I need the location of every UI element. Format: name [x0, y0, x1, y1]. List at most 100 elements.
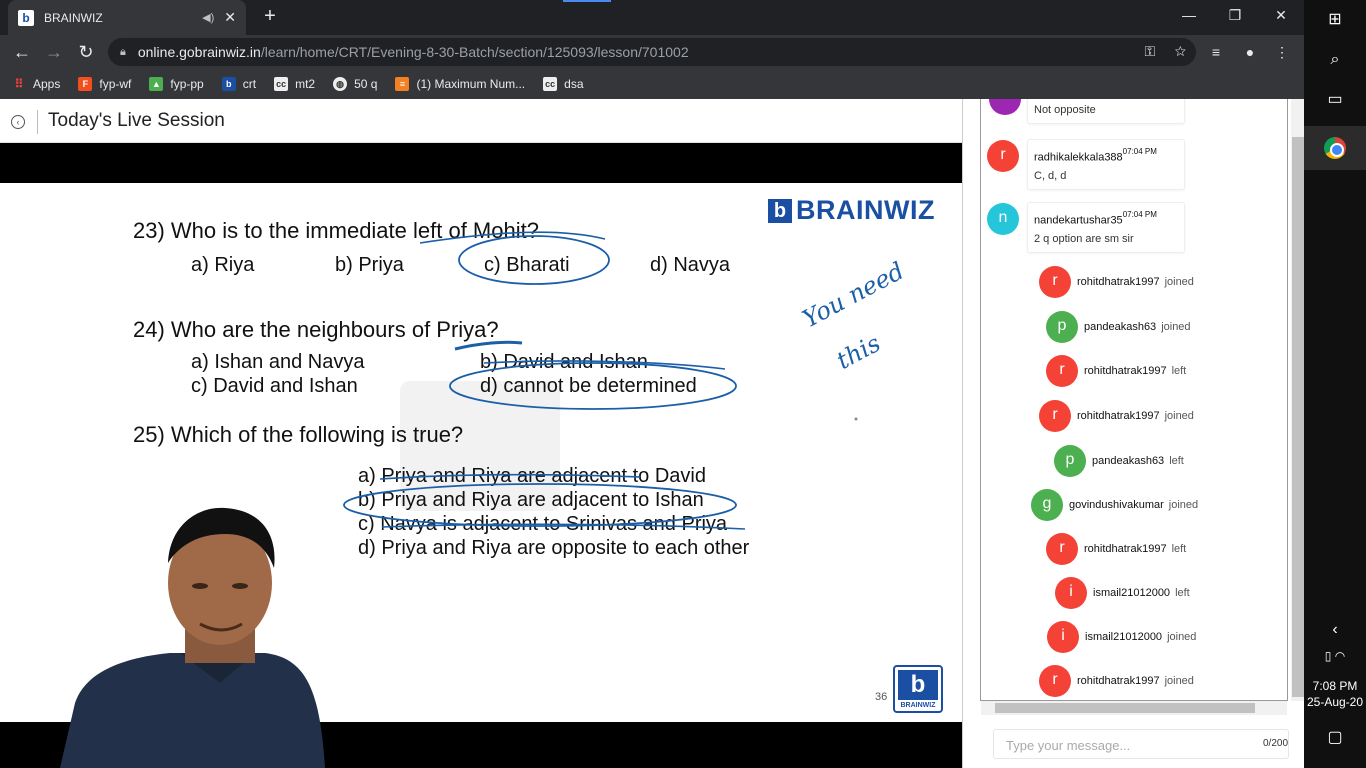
reload-icon[interactable]: ↻: [74, 40, 98, 64]
message-time: 07:04 PM: [1122, 147, 1157, 156]
scroll-thumb[interactable]: [1292, 137, 1304, 697]
new-tab-button[interactable]: +: [258, 4, 282, 28]
message-author: radhikalekkala388: [1034, 151, 1123, 164]
page-header: ‹ Today's Live Session: [0, 99, 962, 143]
bookmark-label: mt2: [295, 77, 316, 91]
event-action: joined: [1164, 675, 1194, 687]
message-author: nandekartushar35: [1034, 214, 1123, 227]
avatar: p: [1046, 311, 1078, 343]
menu-kebab-icon[interactable]: ⋮: [1272, 42, 1292, 62]
speaker-icon[interactable]: ◀): [202, 11, 214, 24]
system-event: i ismail21012000 left: [1055, 577, 1190, 609]
event-action: left: [1171, 543, 1187, 555]
message-text: Not opposite: [1034, 104, 1096, 116]
tab-strip-indicator: [563, 0, 611, 2]
system-event: r rohitdhatrak1997 left: [1046, 355, 1186, 387]
chat-message-input[interactable]: Type your message...: [993, 729, 1289, 759]
event-action: left: [1171, 365, 1187, 377]
avatar: i: [1047, 621, 1079, 653]
event-user: rohitdhatrak1997: [1077, 276, 1160, 288]
chat-message: Not opposite: [1027, 99, 1185, 124]
system-event: r rohitdhatrak1997 joined: [1039, 266, 1194, 298]
bookmark-fyp-pp[interactable]: ▲ fyp-pp: [149, 77, 204, 91]
event-user: rohitdhatrak1997: [1084, 365, 1167, 377]
close-window-button[interactable]: ✕: [1258, 0, 1304, 32]
header-divider: [37, 110, 38, 134]
system-event: r rohitdhatrak1997 joined: [1039, 400, 1194, 432]
figma-icon: F: [78, 77, 93, 91]
brainwiz-corner-logo: b BRAINWIZ: [893, 665, 943, 713]
omnibox-actions: ⚿ ☆: [1144, 43, 1186, 60]
logo-label: BRAINWIZ: [900, 702, 936, 709]
bookmark-dsa[interactable]: cc dsa: [543, 77, 584, 91]
back-circle-icon[interactable]: ‹: [11, 115, 25, 129]
image-icon: ▲: [149, 77, 164, 91]
system-event: r rohitdhatrak1997 joined: [1039, 665, 1194, 697]
page-content: ‹ Today's Live Session b BRAINWIZ 23) Wh…: [0, 99, 962, 768]
bookmark-crt[interactable]: b crt: [221, 77, 256, 91]
event-user: ismail21012000: [1085, 631, 1163, 643]
bookmark-mt2[interactable]: cc mt2: [274, 77, 315, 91]
chat-vertical-scrollbar[interactable]: [1291, 99, 1305, 701]
bookmark-fyp-wf[interactable]: Ffyp-wf: [78, 77, 131, 91]
minimize-button[interactable]: —: [1166, 0, 1212, 32]
close-tab-icon[interactable]: ✕: [224, 9, 236, 26]
clock-time: 7:08 PM: [1312, 679, 1358, 693]
tab-title: BRAINWIZ: [44, 10, 103, 25]
message-text: C, d, d: [1034, 170, 1067, 183]
clock-date: 25-Aug-20: [1306, 695, 1364, 709]
event-user: pandeakash63: [1092, 455, 1165, 467]
profile-icon[interactable]: ●: [1240, 42, 1260, 62]
browser-tab[interactable]: b BRAINWIZ ◀) ✕: [8, 0, 246, 35]
scroll-thumb[interactable]: [995, 703, 1255, 713]
bookmark-maximum-num[interactable]: ≡ (1) Maximum Num...: [395, 77, 525, 91]
avatar: r: [1039, 266, 1071, 298]
event-action: joined: [1164, 410, 1194, 422]
restore-button[interactable]: ❐: [1212, 0, 1258, 32]
lock-icon[interactable]: 🔒︎: [120, 46, 126, 59]
notification-icon[interactable]: ▢: [1304, 718, 1366, 758]
bookmark-label: dsa: [564, 77, 584, 91]
avatar: n: [987, 203, 1019, 235]
bookmark-label: 50 q: [354, 77, 378, 91]
message-time: 07:04 PM: [1122, 210, 1157, 219]
system-event: i ismail21012000 joined: [1047, 621, 1196, 653]
battery-wifi-icon[interactable]: ▯ ◠: [1304, 636, 1366, 676]
chat-message-list[interactable]: Not opposite r radhikalekkala38807:04 PM…: [980, 99, 1288, 701]
event-action: joined: [1167, 631, 1197, 643]
bookmark-50q[interactable]: ◍ 50 q: [333, 77, 377, 91]
video-player[interactable]: b BRAINWIZ 23) Who is to the immediate l…: [0, 143, 962, 768]
stack-icon: ≡: [395, 77, 410, 91]
media-queue-icon[interactable]: ≡: [1206, 42, 1226, 62]
star-icon[interactable]: ☆: [1175, 43, 1186, 59]
key-icon[interactable]: ⚿: [1144, 43, 1155, 59]
forward-arrow-icon[interactable]: →: [42, 40, 66, 64]
message-text: 2 q option are sm sir: [1034, 233, 1134, 246]
windows-taskbar: ⊞ ⌕ ▭ ‹ ▯ ◠ 7:08 PM 25-Aug-20 ▢: [1304, 0, 1366, 768]
char-counter: 0/200: [1263, 738, 1289, 749]
system-clock[interactable]: 7:08 PM 25-Aug-20: [1304, 678, 1366, 710]
brainwiz-favicon-icon: b: [18, 9, 34, 26]
chrome-taskbar-button[interactable]: [1304, 126, 1366, 170]
avatar: r: [1046, 533, 1078, 565]
avatar: r: [987, 140, 1019, 172]
event-user: govindushivakumar: [1069, 499, 1164, 511]
address-bar[interactable]: 🔒︎ online.gobrainwiz.in/learn/home/CRT/E…: [108, 38, 1196, 66]
avatar: p: [1054, 445, 1086, 477]
url-path: /learn/home/CRT/Evening-8-30-Batch/secti…: [260, 44, 689, 60]
avatar: r: [1039, 400, 1071, 432]
back-arrow-icon[interactable]: ←: [10, 40, 34, 64]
chat-horizontal-scrollbar[interactable]: [981, 701, 1287, 715]
cc-icon: cc: [274, 77, 289, 91]
event-user: rohitdhatrak1997: [1084, 543, 1167, 555]
url-host: online.gobrainwiz.in: [137, 44, 261, 60]
bookmark-label: Apps: [33, 77, 61, 91]
system-event: p pandeakash63 joined: [1046, 311, 1191, 343]
apps-grid-icon: ⠿: [14, 77, 24, 91]
bookmark-apps[interactable]: ⠿ Apps: [12, 77, 61, 91]
page-title: Today's Live Session: [48, 110, 225, 131]
windows-start-icon[interactable]: ⊞: [1304, 0, 1366, 40]
task-view-icon[interactable]: ▭: [1304, 80, 1366, 120]
chat-message: radhikalekkala38807:04 PM C, d, d: [1027, 139, 1185, 191]
search-icon[interactable]: ⌕: [1304, 40, 1366, 80]
